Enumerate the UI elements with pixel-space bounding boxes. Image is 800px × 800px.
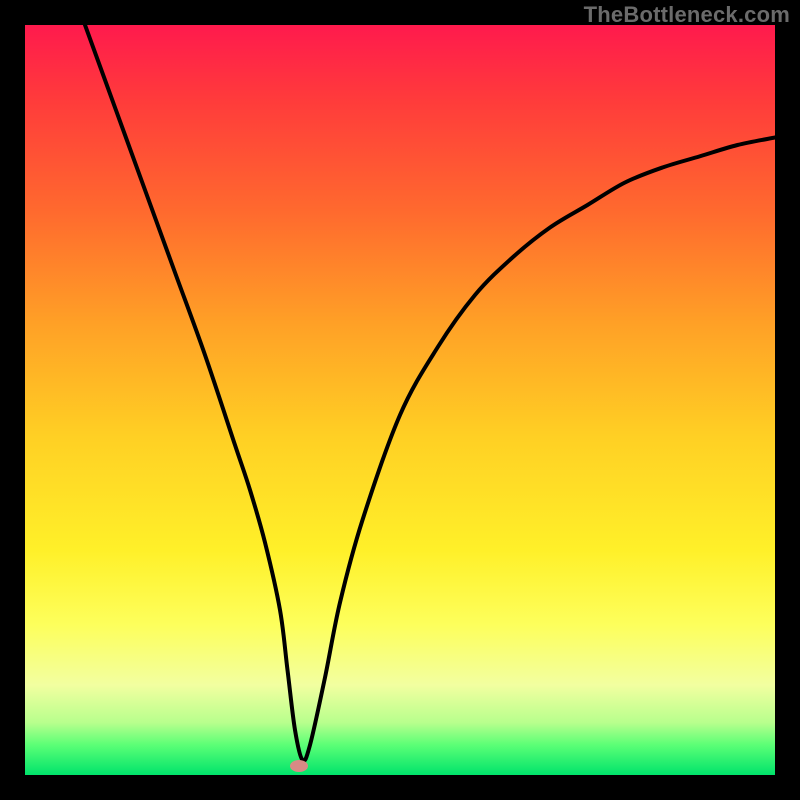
watermark-text: TheBottleneck.com — [584, 2, 790, 28]
bottleneck-curve — [25, 25, 775, 775]
plot-area — [25, 25, 775, 775]
optimal-point-marker — [290, 760, 308, 772]
chart-stage: TheBottleneck.com — [0, 0, 800, 800]
